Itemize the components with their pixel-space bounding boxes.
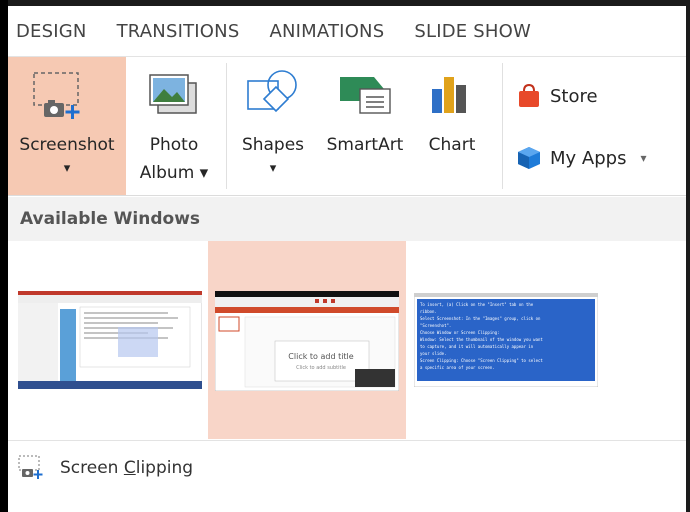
shapes-label: Shapes [241, 135, 305, 155]
shapes-button[interactable]: Shapes ▾ [232, 57, 314, 195]
window-thumbnail-3[interactable]: To insert, (a) Click on the "Insert" tab… [406, 241, 606, 439]
thumb3-line-10: a specific area of your screen. [420, 365, 495, 370]
my-apps-dropdown-arrow[interactable]: ▾ [640, 151, 646, 165]
shapes-icon [247, 70, 297, 113]
ribbon-tabs: DESIGN TRANSITIONS ANIMATIONS SLIDE SHOW [8, 6, 686, 57]
screenshot-icon [33, 72, 80, 119]
photo-album-button[interactable]: Photo Album ▾ [130, 57, 218, 195]
store-label: Store [550, 85, 598, 107]
my-apps-icon [518, 147, 540, 169]
store-button[interactable]: Store [516, 83, 598, 109]
window-right-edge [686, 0, 690, 512]
thumb2-slide-title: Click to add title [288, 352, 354, 361]
tab-transitions[interactable]: TRANSITIONS [109, 21, 248, 42]
photo-album-label-line1: Photo [149, 135, 199, 155]
ribbon-separator [226, 63, 227, 189]
screen-clipping-menu-item[interactable]: Screen Clipping [8, 446, 686, 490]
tab-design[interactable]: DESIGN [8, 21, 95, 42]
window-thumbnail-1-image [18, 291, 202, 389]
store-icon [519, 83, 539, 107]
window-thumbnail-2-image: Click to add title Click to add subtitle [215, 291, 399, 391]
thumb3-line-2: ribbon. [420, 309, 437, 314]
chart-button[interactable]: Chart [416, 57, 488, 195]
screenshot-button[interactable]: Screenshot ▾ [8, 57, 126, 195]
smartart-label: SmartArt [326, 135, 404, 155]
thumb2-slide-subtitle: Click to add subtitle [296, 365, 346, 371]
photo-album-label-line2: Album ▾ [139, 163, 209, 183]
tab-animations[interactable]: ANIMATIONS [261, 21, 392, 42]
photo-album-icon [149, 74, 197, 114]
screenshot-label: Screenshot [19, 135, 115, 155]
thumb3-line-7: to capture, and it will automatically ap… [420, 344, 534, 349]
smartart-button[interactable]: SmartArt [316, 57, 414, 195]
thumb3-line-6: Window: Select the thumbnail of the wind… [420, 337, 543, 342]
available-windows-title: Available Windows [20, 209, 201, 229]
available-windows-header: Available Windows [8, 197, 686, 241]
thumb3-line-1: To insert, (a) Click on the "Insert" tab… [420, 302, 534, 307]
chart-icon [432, 77, 466, 113]
ribbon-panel: Screenshot ▾ Photo Album ▾ Shapes ▾ Smar… [8, 57, 686, 196]
available-windows-gallery: Click to add title Click to add subtitle… [8, 241, 686, 439]
chart-label: Chart [428, 135, 476, 155]
thumb3-line-3: Select Screenshot: In the "Images" group… [420, 316, 541, 321]
screen-clipping-icon [18, 455, 43, 479]
gallery-divider [8, 440, 686, 441]
my-apps-label: My Apps [550, 147, 627, 169]
window-thumbnail-3-image: To insert, (a) Click on the "Insert" tab… [414, 293, 598, 387]
tab-slide-show[interactable]: SLIDE SHOW [406, 21, 539, 42]
shapes-dropdown-arrow[interactable]: ▾ [232, 161, 314, 176]
thumb3-line-4: "Screenshot". [420, 323, 451, 328]
thumb3-line-5: Choose Window or Screen Clipping: [420, 330, 499, 335]
window-left-edge [0, 0, 8, 512]
ribbon-separator [502, 63, 503, 189]
window-thumbnail-1[interactable] [8, 241, 208, 439]
thumb3-line-8: your slide. [420, 351, 447, 356]
my-apps-button[interactable]: My Apps ▾ [516, 145, 646, 171]
thumb3-line-9: Screen Clipping: Choose "Screen Clipping… [420, 358, 543, 363]
screenshot-dropdown-arrow[interactable]: ▾ [8, 161, 126, 176]
smartart-icon [340, 77, 391, 114]
screen-clipping-label: Screen Clipping [60, 458, 194, 478]
window-thumbnail-2[interactable]: Click to add title Click to add subtitle [208, 241, 406, 439]
